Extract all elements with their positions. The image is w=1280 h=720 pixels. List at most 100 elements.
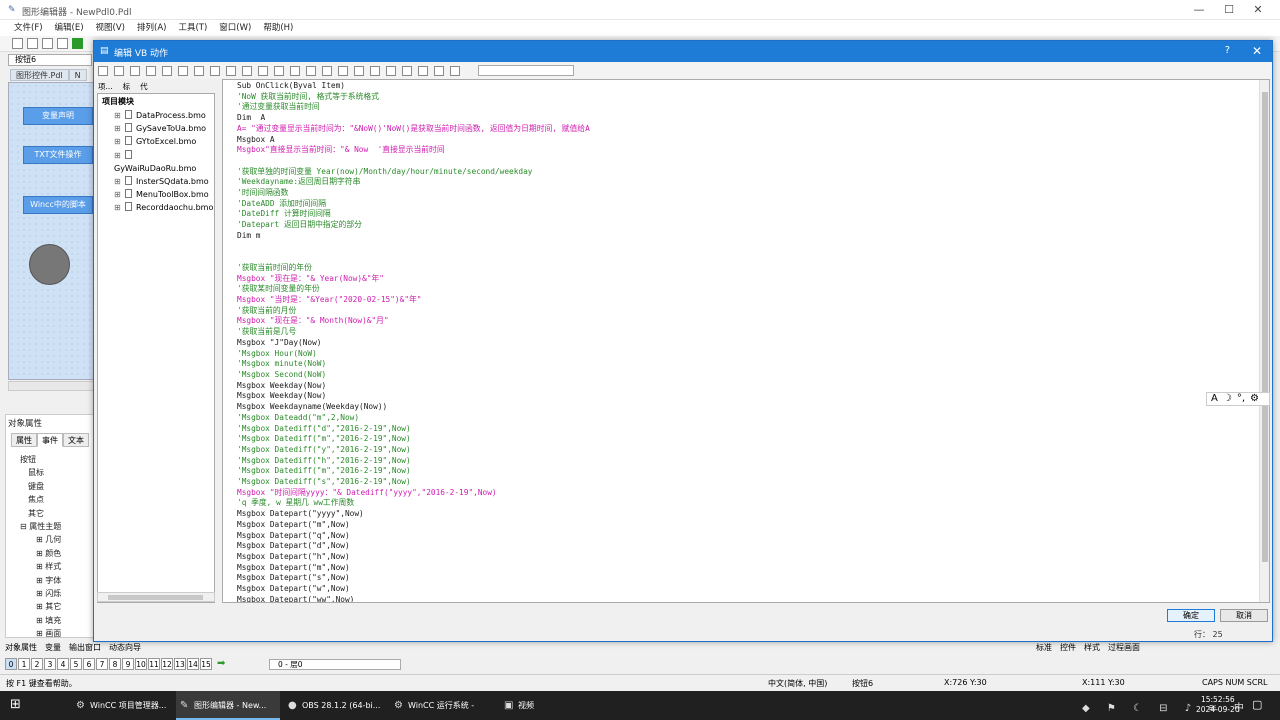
code-line[interactable]: Dim m: [237, 231, 590, 242]
layer-button[interactable]: 0: [5, 658, 17, 670]
code-line[interactable]: 'Msgbox Hour(NoW): [237, 349, 590, 360]
layer-button[interactable]: 3: [44, 658, 56, 670]
tree-expander-icon[interactable]: ⊞: [114, 201, 121, 214]
module-item[interactable]: ⊞GyWaiRuDaoRu.bmo: [114, 149, 214, 175]
canvas-button-txt[interactable]: TXT文件操作: [23, 146, 93, 164]
code-line[interactable]: Msgbox "J"Day(Now): [237, 338, 590, 349]
code-line[interactable]: 'Msgbox minute(NoW): [237, 359, 590, 370]
code-line[interactable]: Sub OnClick(Byval Item): [237, 81, 590, 92]
clipboard-icon[interactable]: [194, 66, 204, 76]
layer-button[interactable]: 13: [174, 658, 186, 670]
code-editor[interactable]: Sub OnClick(Byval Item) 'NoW 获取当前时间, 格式等于…: [222, 79, 1270, 603]
menu-tools[interactable]: 工具(T): [172, 20, 213, 36]
canvas-scrollbar[interactable]: [8, 381, 95, 391]
print-icon[interactable]: [130, 66, 140, 76]
code-line[interactable]: 'Msgbox Datediff("d","2016-2-19",Now): [237, 424, 590, 435]
property-tree-item[interactable]: ⊞ 填充: [14, 614, 94, 627]
code-line[interactable]: 'Msgbox Datediff("h","2016-2-19",Now): [237, 456, 590, 467]
tree-expander-icon[interactable]: ⊞: [36, 616, 45, 625]
property-tree-item[interactable]: 键盘: [14, 480, 94, 493]
canvas-button-declare[interactable]: 变量声明: [23, 107, 93, 125]
indent-icon[interactable]: [242, 66, 252, 76]
tab-text[interactable]: 文本: [63, 433, 89, 447]
property-tree-item[interactable]: ⊞ 样式: [14, 560, 94, 573]
tab-standard[interactable]: 标: [123, 81, 131, 92]
picture-icon[interactable]: [402, 66, 412, 76]
tree-expander-icon[interactable]: ⊞: [114, 149, 121, 162]
ime-settings-icon[interactable]: ⚙: [1250, 393, 1259, 404]
code-line[interactable]: '获取当前时间的年份: [237, 263, 590, 274]
menu-edit[interactable]: 编辑(E): [49, 20, 90, 36]
code-line[interactable]: 'Datepart 返回日期中指定的部分: [237, 220, 590, 231]
code-line[interactable]: [237, 156, 590, 167]
tree-scrollbar[interactable]: [97, 592, 215, 602]
module-item[interactable]: ⊞ MenuToolBox.bmo: [114, 188, 214, 201]
dialog-combo[interactable]: [478, 65, 574, 76]
tag-icon[interactable]: [370, 66, 380, 76]
redo-icon[interactable]: [226, 66, 236, 76]
module-item[interactable]: ⊞ DataProcess.bmo: [114, 109, 214, 122]
tree-root[interactable]: 项目模块: [102, 96, 134, 107]
tree-expander-icon[interactable]: ⊞: [36, 602, 45, 611]
code-line[interactable]: Msgbox "现在是："& Month(Now)&"月": [237, 316, 590, 327]
property-tree-item[interactable]: ⊞ 颜色: [14, 547, 94, 560]
menu-arrange[interactable]: 排列(A): [131, 20, 172, 36]
code-line[interactable]: '获取当前是几号: [237, 327, 590, 338]
tree-expander-icon[interactable]: ⊞: [114, 175, 121, 188]
property-tree-item[interactable]: ⊞ 几何: [14, 533, 94, 546]
tree-expander-icon[interactable]: ⊞: [114, 109, 121, 122]
taskbar-app[interactable]: ▣ 视频: [500, 691, 540, 720]
module-item[interactable]: ⊞ GySaveToUa.bmo: [114, 122, 214, 135]
layer-arrow-icon[interactable]: ➡: [217, 658, 225, 670]
tree-expander-icon[interactable]: ⊞: [36, 549, 45, 558]
font-icon[interactable]: [434, 66, 444, 76]
module-item[interactable]: ⊞ GYtoExcel.bmo: [114, 135, 214, 148]
layer-button[interactable]: 10: [135, 658, 147, 670]
copy-icon[interactable]: [114, 66, 124, 76]
cancel-button[interactable]: 取消: [1220, 609, 1268, 622]
open-icon[interactable]: [27, 38, 38, 49]
canvas-button-script[interactable]: Wincc中的脚本: [23, 196, 93, 214]
text-icon[interactable]: [450, 66, 460, 76]
code-scrollbar[interactable]: [1259, 80, 1269, 602]
tab-standard-lib[interactable]: 标准: [1036, 642, 1052, 653]
tab-process-pictures[interactable]: 过程画面: [1108, 642, 1140, 653]
property-tree-item[interactable]: 按钮: [14, 453, 94, 466]
layer-button[interactable]: 1: [18, 658, 30, 670]
code-line[interactable]: Msgbox Datepart("ww",Now): [237, 595, 590, 602]
code-line[interactable]: Msgbox Weekday(Now): [237, 391, 590, 402]
code-line[interactable]: '通过变量获取当前时间: [237, 102, 590, 113]
module-item[interactable]: ⊞ Recorddaochu.bmo: [114, 201, 214, 214]
layer-button[interactable]: 12: [161, 658, 173, 670]
folder-icon[interactable]: [42, 38, 53, 49]
dialog-close-button[interactable]: ✕: [1252, 44, 1262, 58]
scissors-icon[interactable]: [162, 66, 172, 76]
taskbar-app[interactable]: ⚙ WinCC 项目管理器...: [72, 691, 172, 720]
code-line[interactable]: '获取当前的月份: [237, 306, 590, 317]
code-line[interactable]: Msgbox"直接显示当前时间："& Now '直接显示当前时间: [237, 145, 590, 156]
code-line[interactable]: Msgbox Datepart("yyyy",Now): [237, 509, 590, 520]
tree-expander-icon[interactable]: ⊞: [114, 135, 121, 148]
run-icon[interactable]: [72, 38, 83, 49]
code-line[interactable]: Msgbox "当时是："&Year("2020-02-15")&"年": [237, 295, 590, 306]
property-tree-item[interactable]: ⊞ 字体: [14, 574, 94, 587]
tab-controls[interactable]: 控件: [1060, 642, 1076, 653]
taskbar-app[interactable]: ✎ 图形编辑器 - New...: [176, 691, 280, 720]
taskbar-app[interactable]: ⚙ WinCC 运行系统 -: [390, 691, 496, 720]
code-line[interactable]: 'Msgbox Dateadd("m",2,Now): [237, 413, 590, 424]
ime-mode-icon[interactable]: A: [1211, 393, 1218, 404]
code-line[interactable]: Msgbox Datepart("d",Now): [237, 541, 590, 552]
code-line[interactable]: 'Msgbox Second(NoW): [237, 370, 590, 381]
code-line[interactable]: Msgbox Datepart("w",Now): [237, 584, 590, 595]
start-button[interactable]: ⊞: [10, 697, 21, 712]
info-icon[interactable]: [354, 66, 364, 76]
property-tree-item[interactable]: ⊞ 其它: [14, 600, 94, 613]
code-line[interactable]: Msgbox A: [237, 135, 590, 146]
property-tree-item[interactable]: ⊞ 闪烁: [14, 587, 94, 600]
menu-file[interactable]: 文件(F): [8, 20, 49, 36]
code-line[interactable]: Dim A: [237, 113, 590, 124]
tree-expander-icon[interactable]: ⊞: [114, 122, 121, 135]
code-line[interactable]: Msgbox "现在是："& Year(Now)&"年": [237, 274, 590, 285]
code-line[interactable]: 'Msgbox Datediff("m","2016-2-19",Now): [237, 434, 590, 445]
tab-project[interactable]: 项...: [98, 81, 113, 92]
